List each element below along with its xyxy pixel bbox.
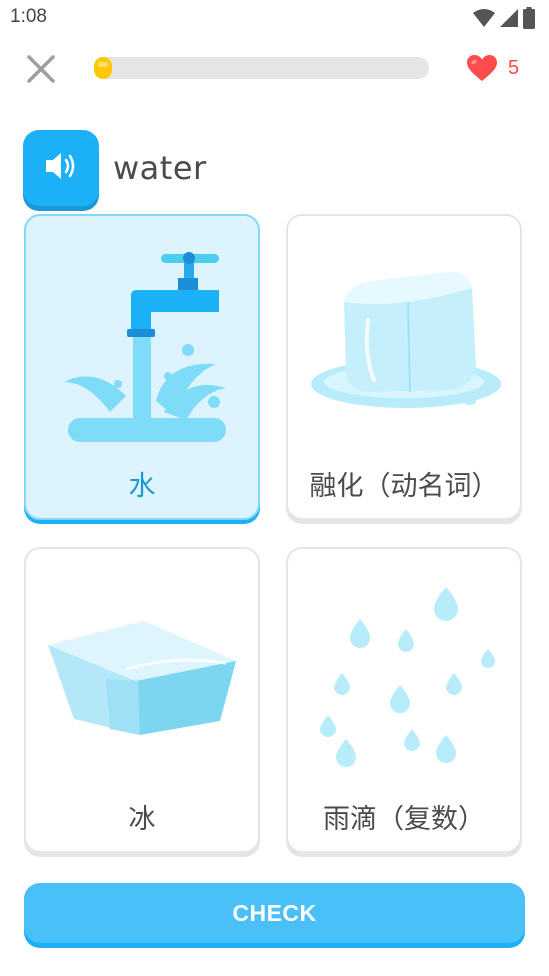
option-label: 冰 <box>128 804 156 835</box>
progress-fill <box>94 57 112 79</box>
battery-icon <box>523 7 535 29</box>
progress-bar <box>94 57 429 79</box>
hearts[interactable]: 5 <box>466 52 519 84</box>
close-button[interactable] <box>24 52 58 86</box>
melting-ice-icon <box>311 272 501 408</box>
option-label: 水 <box>128 471 156 502</box>
option-card-raindrops[interactable]: 雨滴（复数） <box>286 547 522 853</box>
prompt-row: water <box>23 130 207 206</box>
status-time: 1:08 <box>10 6 47 27</box>
signal-icon <box>500 9 518 27</box>
speaker-icon <box>46 153 75 179</box>
faucet-icon <box>64 252 226 442</box>
raindrops-icon <box>320 587 495 767</box>
status-bar: 1:08 <box>0 0 549 36</box>
option-card-ice[interactable]: 冰 <box>24 547 260 853</box>
option-card-water[interactable]: 水 <box>24 214 260 520</box>
option-label: 融化（动名词） <box>309 471 499 502</box>
close-icon <box>27 55 55 83</box>
hearts-count: 5 <box>508 56 520 79</box>
option-label: 雨滴（复数） <box>323 804 485 835</box>
check-button[interactable]: CHECK <box>24 883 525 943</box>
option-card-melting[interactable]: 融化（动名词） <box>286 214 522 520</box>
prompt-word: water <box>113 149 207 187</box>
wifi-icon <box>473 9 495 27</box>
status-icons <box>473 6 535 30</box>
speaker-button[interactable] <box>23 130 99 206</box>
heart-icon <box>467 55 497 81</box>
ice-block-icon <box>48 621 236 735</box>
check-label: CHECK <box>232 899 317 926</box>
